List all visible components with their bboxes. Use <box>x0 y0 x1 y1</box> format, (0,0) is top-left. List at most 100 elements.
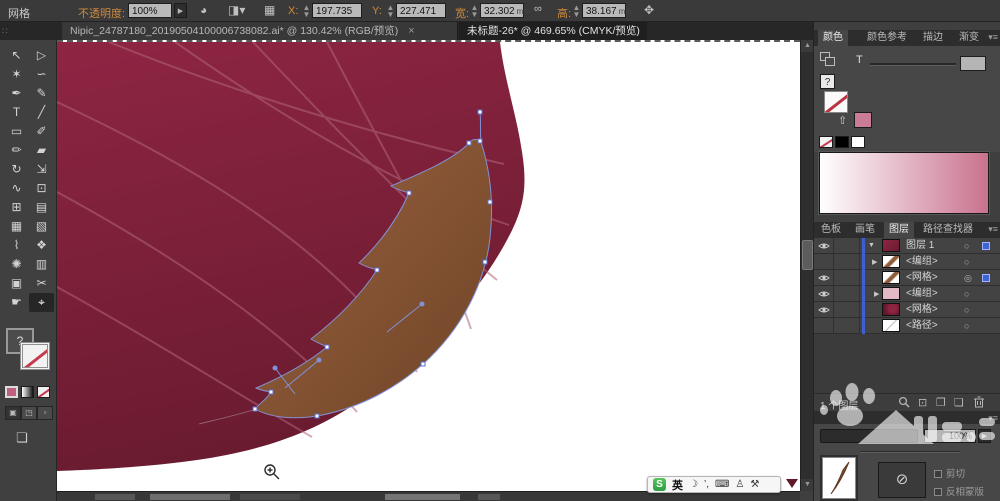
status-zoom-box[interactable] <box>95 494 135 500</box>
ime-toolbar[interactable]: S 英 ☽ ’, ⌨ ♙ ⚒ <box>647 476 781 493</box>
layer-row[interactable]: <网格> ○ <box>814 302 1000 318</box>
perspective-grid-tool[interactable]: ▤ <box>29 198 54 217</box>
draw-normal-button[interactable]: ▣ <box>5 406 21 420</box>
scale-tool[interactable]: ⇲ <box>29 160 54 179</box>
scrollbar-thumb[interactable] <box>802 240 813 270</box>
x-stepper[interactable]: ▲ ▼ <box>302 4 311 19</box>
width-stepper[interactable]: ▲ ▼ <box>470 4 479 19</box>
zoom-tool[interactable]: ⌖ <box>29 293 54 312</box>
tab-color-guide[interactable]: 颜色参考 <box>862 30 912 46</box>
column-graph-tool[interactable]: ▥ <box>29 255 54 274</box>
invert-mask-checkbox[interactable]: 反相蒙版 <box>934 484 984 498</box>
layer-row[interactable]: ▶ <编组> ○ <box>814 286 1000 302</box>
punctuation-icon[interactable]: ’, <box>704 477 709 492</box>
line-segment-tool[interactable]: ╱ <box>29 103 54 122</box>
tab-swatches[interactable]: 色板 <box>816 222 846 238</box>
expand-caret-icon[interactable]: ▶ <box>874 290 879 298</box>
selected-art-indicator[interactable] <box>982 274 990 282</box>
layer-name[interactable]: <编组> <box>906 254 938 270</box>
opacity-slider[interactable] <box>860 451 960 453</box>
fill-stroke-control[interactable]: ? <box>6 328 52 378</box>
keyboard-icon[interactable]: ⌨ <box>715 477 729 492</box>
layer-name[interactable]: <网格> <box>906 270 938 286</box>
type-tool[interactable]: T <box>4 103 29 122</box>
x-input[interactable]: 197.735 <box>312 3 362 18</box>
opacity-mask-well[interactable]: ⊘ <box>878 462 926 498</box>
visibility-eye-icon[interactable] <box>814 238 834 254</box>
recolor-artwork-icon[interactable]: ◕ <box>200 3 207 17</box>
layer-thumbnail[interactable] <box>882 271 900 284</box>
tint-slider[interactable] <box>870 63 956 66</box>
target-circle-icon[interactable]: ○ <box>964 241 969 251</box>
lock-cell[interactable] <box>834 286 860 302</box>
vertical-scrollbar[interactable]: ▲ ▼ <box>800 40 814 491</box>
new-sublayer-icon[interactable]: ❐ <box>936 396 946 409</box>
lock-cell[interactable] <box>834 302 860 318</box>
width-input[interactable]: 32.302 mm <box>480 3 530 18</box>
close-tab-icon[interactable]: × <box>408 25 414 37</box>
stroke-none-swatch[interactable] <box>20 342 50 370</box>
layer-row[interactable]: ▶ <编组> ○ <box>814 254 1000 270</box>
tint-value-box[interactable] <box>960 56 986 71</box>
symbol-sprayer-tool[interactable]: ✺ <box>4 255 29 274</box>
status-artboard-box[interactable] <box>150 494 230 500</box>
object-thumbnail[interactable] <box>820 455 858 501</box>
none-mode-button[interactable] <box>37 386 50 398</box>
layer-row[interactable]: <网格> ◎ <box>814 270 1000 286</box>
visibility-eye-icon[interactable] <box>814 270 834 286</box>
color-mode-button[interactable] <box>5 386 18 398</box>
panel-menu-icon[interactable]: ▾≡ <box>988 32 998 43</box>
artboard-tool[interactable]: ▣ <box>4 274 29 293</box>
none-swatch[interactable] <box>819 136 833 148</box>
hand-tool[interactable]: ☛ <box>4 293 29 312</box>
transform-grid-icon[interactable]: ▦ <box>264 3 275 17</box>
rectangle-tool[interactable]: ▭ <box>4 122 29 141</box>
none-fill-proxy-swatch[interactable] <box>824 91 848 113</box>
blend-mode-dropdown[interactable] <box>820 429 918 443</box>
transform-icon[interactable]: ✥ <box>644 3 654 17</box>
mesh-tool[interactable]: ▦ <box>4 217 29 236</box>
ime-language-toggle[interactable]: 英 <box>672 477 683 493</box>
screen-mode-button[interactable]: ❏ <box>16 430 28 446</box>
wrench-icon[interactable]: ⚒ <box>750 477 759 492</box>
tab-brushes[interactable]: 画笔 <box>850 222 880 238</box>
visibility-eye-icon[interactable] <box>814 254 834 270</box>
visibility-eye-icon[interactable] <box>814 286 834 302</box>
layer-name[interactable]: <编组> <box>906 286 938 302</box>
layer-thumbnail[interactable] <box>882 239 900 252</box>
opacity-input[interactable]: 100% <box>128 3 172 18</box>
locate-object-icon[interactable] <box>898 396 910 411</box>
layer-name[interactable]: <网格> <box>906 302 938 318</box>
free-transform-tool[interactable]: ⊡ <box>29 179 54 198</box>
moon-icon[interactable]: ☽ <box>689 477 698 492</box>
mini-fill-stroke-icon[interactable] <box>820 52 838 68</box>
slice-tool[interactable]: ✂ <box>29 274 54 293</box>
opacity-dropdown-button[interactable]: ▶ <box>174 3 187 18</box>
tab-pathfinder[interactable]: 路径查找器 <box>918 222 978 238</box>
visibility-eye-icon[interactable] <box>814 302 834 318</box>
white-swatch[interactable] <box>851 136 865 148</box>
draw-behind-button[interactable]: ◳ <box>21 406 37 420</box>
help-question-icon[interactable]: ? <box>820 74 835 89</box>
magic-wand-tool[interactable]: ✶ <box>4 65 29 84</box>
lock-cell[interactable] <box>834 254 860 270</box>
delete-layer-icon[interactable] <box>974 396 984 411</box>
blend-tool[interactable]: ❖ <box>29 236 54 255</box>
layer-thumbnail[interactable] <box>882 319 900 332</box>
y-input[interactable]: 227.471 <box>396 3 446 18</box>
new-layer-icon[interactable]: ❏ <box>954 396 964 409</box>
gradient-tool[interactable]: ▧ <box>29 217 54 236</box>
status-nav-box[interactable] <box>240 494 300 500</box>
swap-arrow-icon[interactable]: ⇧ <box>838 114 847 127</box>
layer-thumbnail[interactable] <box>882 255 900 268</box>
voice-input-icon[interactable]: ♙ <box>735 477 744 492</box>
expand-caret-icon[interactable]: ▼ <box>868 242 875 249</box>
eraser-tool[interactable]: ▰ <box>29 141 54 160</box>
height-stepper[interactable]: ▲ ▼ <box>572 4 581 19</box>
sogou-logo-icon[interactable]: S <box>653 478 666 491</box>
panel-menu-icon[interactable]: ▾≡ <box>988 224 998 235</box>
layer-thumbnail[interactable] <box>882 303 900 316</box>
gradient-preview[interactable] <box>818 151 990 215</box>
panel-menu-icon[interactable]: ▾≡ <box>988 413 998 424</box>
clip-checkbox[interactable]: 剪切 <box>934 466 965 480</box>
